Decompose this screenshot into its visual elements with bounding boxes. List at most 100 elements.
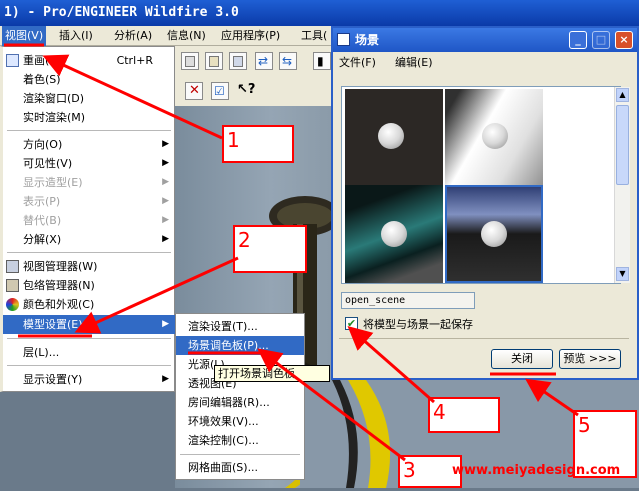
find-icon: ⇆ (282, 54, 293, 68)
close-button[interactable]: 关闭 (491, 349, 553, 369)
toolbar-button-paste-special[interactable] (229, 52, 247, 70)
menu-tools[interactable]: 工具( (298, 26, 330, 46)
toolbar-button-checkbox[interactable]: ☑ (211, 82, 229, 100)
submenu-mesh-surface[interactable]: 网格曲面(S)... (176, 458, 304, 477)
scroll-up-icon[interactable]: ▲ (616, 88, 629, 102)
view-menu-orientation-label: 方向(O) (23, 138, 63, 151)
view-menu-shade[interactable]: 着色(S) (3, 70, 175, 89)
toolbar-button-find[interactable]: ⇆ (279, 52, 297, 70)
maximize-button: □ (592, 31, 610, 49)
color-wheel-icon (6, 298, 19, 311)
scene-menu-edit[interactable]: 编辑(E) (395, 52, 433, 74)
view-menu-repaint[interactable]: 重画(R) Ctrl+R (3, 51, 175, 70)
minimize-icon: _ (575, 33, 581, 46)
view-menu-envelope-manager-label: 包络管理器(N) (23, 279, 95, 292)
watermark: www.meiyadesign.com (452, 463, 621, 478)
scene-thumbnail[interactable] (345, 185, 443, 283)
thumbnail-scrollbar[interactable]: ▲ ▼ (614, 87, 630, 283)
repaint-shortcut: Ctrl+R (116, 54, 153, 67)
toolbar-button-select[interactable]: ▮ (313, 52, 331, 70)
view-menu-explode-label: 分解(X) (23, 233, 62, 246)
scene-thumbnail[interactable] (445, 89, 543, 187)
submenu-scene-palette-label: 场景调色板(P)... (188, 339, 269, 352)
submenu-environment-effects-label: 环境效果(V)... (188, 415, 259, 428)
view-menu-display-settings[interactable]: 显示设置(Y) ▶ (3, 370, 175, 389)
close-window-button[interactable]: × (615, 31, 633, 49)
scene-sphere (378, 123, 404, 149)
scene-dialog-title-bar[interactable]: 场景 _ □ × (333, 28, 637, 52)
menu-separator (7, 365, 171, 366)
menu-view[interactable]: 视图(V) (2, 26, 47, 46)
submenu-room-editor-label: 房间编辑器(R)... (188, 396, 270, 409)
main-menu-bar: 视图(V) 插入(I) 分析(A) 信息(N) 应用程序(P) 工具( (0, 26, 340, 46)
submenu-mesh-surface-label: 网格曲面(S)... (188, 461, 259, 474)
submenu-arrow-icon: ▶ (162, 234, 169, 244)
toolbar-button-close-window[interactable]: ✕ (185, 82, 203, 100)
submenu-environment-effects[interactable]: 环境效果(V)... (176, 412, 304, 431)
view-menu-render-window[interactable]: 渲染窗口(D) (3, 89, 175, 108)
view-menu-realtime-render[interactable]: 实时渲染(M) (3, 108, 175, 127)
view-menu-view-manager[interactable]: 视图管理器(W) (3, 257, 175, 276)
view-menu-render-window-label: 渲染窗口(D) (23, 92, 85, 105)
paste-icon (209, 56, 219, 67)
minimize-button[interactable]: _ (569, 31, 587, 49)
submenu-arrow-icon: ▶ (162, 374, 169, 384)
view-menu-realtime-render-label: 实时渲染(M) (23, 111, 86, 124)
submenu-scene-palette[interactable]: 场景调色板(P)... (176, 336, 304, 355)
menu-info[interactable]: 信息(N) (164, 26, 209, 46)
menu-separator (180, 454, 300, 455)
view-menu-layers-label: 层(L)... (23, 346, 60, 359)
scene-thumbnail[interactable] (345, 89, 443, 187)
submenu-room-editor[interactable]: 房间编辑器(R)... (176, 393, 304, 412)
toolbar-button-paste[interactable] (205, 52, 223, 70)
submenu-render-control[interactable]: 渲染控制(C)... (176, 431, 304, 450)
preview-button[interactable]: 预览 >>> (559, 349, 621, 369)
submenu-arrow-icon: ▶ (162, 196, 169, 206)
scene-sphere (481, 221, 507, 247)
scroll-thumb[interactable] (616, 105, 629, 185)
submenu-render-setup[interactable]: 渲染设置(T)... (176, 317, 304, 336)
view-menu-representation-label: 表示(P) (23, 195, 61, 208)
scene-dialog-icon (337, 33, 350, 46)
view-menu-explode[interactable]: 分解(X) ▶ (3, 230, 175, 249)
submenu-render-setup-label: 渲染设置(T)... (188, 320, 258, 333)
annotation-label-1: 1 (222, 125, 294, 163)
view-menu-model-settings[interactable]: 模型设置(E) ▶ (3, 315, 175, 334)
view-menu-display-settings-label: 显示设置(Y) (23, 373, 83, 386)
menu-applications[interactable]: 应用程序(P) (218, 26, 283, 46)
envelope-manager-icon (6, 279, 19, 292)
dialog-divider (339, 338, 629, 339)
scene-name-field[interactable]: open_scene (341, 292, 475, 309)
select-icon: ▮ (317, 54, 324, 68)
scene-thumbnail-list[interactable]: ▲ ▼ (341, 86, 630, 284)
toolbar-button-copy[interactable] (181, 52, 199, 70)
menu-analysis[interactable]: 分析(A) (111, 26, 155, 46)
view-menu-shade-label: 着色(S) (23, 73, 61, 86)
view-menu-visibility[interactable]: 可见性(V) ▶ (3, 154, 175, 173)
app-title: 1) - Pro/ENGINEER Wildfire 3.0 (4, 5, 239, 20)
toolbar-button-regenerate[interactable]: ⇄ (255, 52, 273, 70)
regenerate-icon: ⇄ (258, 54, 269, 68)
toolbar-button-help[interactable]: ↖? (237, 82, 255, 100)
submenu-arrow-icon: ▶ (162, 215, 169, 225)
scene-thumbnail-selected[interactable] (445, 185, 543, 283)
view-menu-view-manager-label: 视图管理器(W) (23, 260, 98, 273)
view-menu-envelope-manager[interactable]: 包络管理器(N) (3, 276, 175, 295)
submenu-arrow-icon: ▶ (162, 319, 169, 329)
menu-insert[interactable]: 插入(I) (56, 26, 96, 46)
app-title-bar: 1) - Pro/ENGINEER Wildfire 3.0 (0, 0, 639, 26)
view-menu-representation: 表示(P) ▶ (3, 192, 175, 211)
checkmark-icon: ✔ (346, 317, 357, 330)
save-with-model-checkbox[interactable]: ✔ (345, 317, 358, 330)
view-menu-orientation[interactable]: 方向(O) ▶ (3, 135, 175, 154)
view-menu-layers[interactable]: 层(L)... (3, 343, 175, 362)
submenu-render-control-label: 渲染控制(C)... (188, 434, 259, 447)
scene-sphere (381, 221, 407, 247)
menu-separator (7, 130, 171, 131)
close-icon: × (619, 33, 629, 46)
scene-menu-file[interactable]: 文件(F) (339, 52, 376, 74)
submenu-arrow-icon: ▶ (162, 158, 169, 168)
scroll-down-icon[interactable]: ▼ (616, 267, 629, 281)
view-menu-color-appearance[interactable]: 颜色和外观(C) (3, 295, 175, 314)
annotation-label-4: 4 (428, 397, 500, 433)
